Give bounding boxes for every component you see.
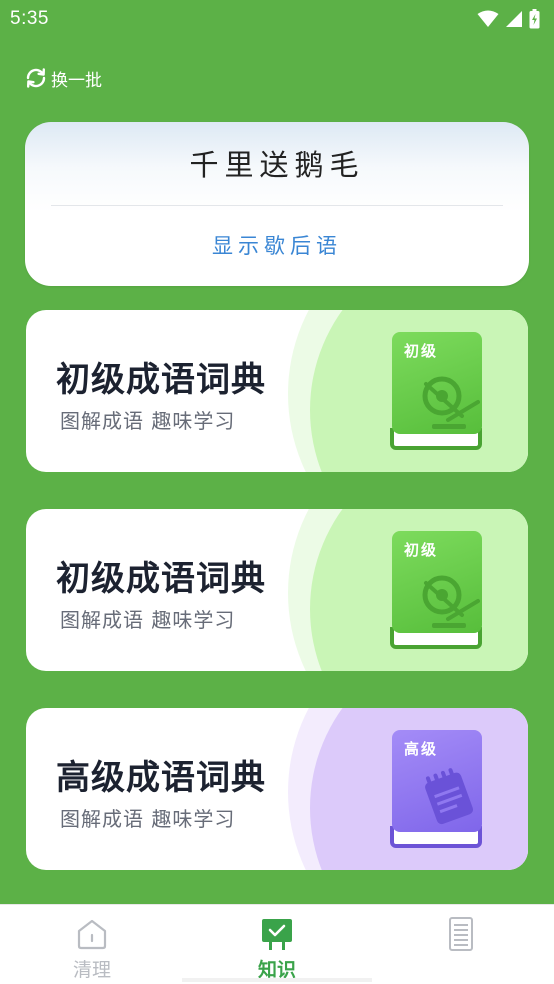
- card-title: 初级成语词典: [56, 360, 266, 400]
- dictionary-card-beginner[interactable]: 初级成语词典 图解成语 趣味学习 初级: [26, 509, 528, 671]
- riddle-card: 千里送鹅毛 显示歇后语: [25, 122, 529, 286]
- status-time: 5:35: [10, 8, 49, 29]
- card-subtitle: 图解成语 趣味学习: [60, 608, 236, 632]
- riddle-divider: [51, 205, 503, 206]
- book-label: 初级: [404, 342, 439, 360]
- tab-knowledge[interactable]: 知识: [217, 905, 337, 984]
- book-icon: 初级: [390, 332, 484, 450]
- status-icons: [477, 9, 540, 29]
- dictionary-card-advanced[interactable]: 高级成语词典 图解成语 趣味学习 高级: [26, 708, 528, 870]
- microscope-icon: [422, 376, 480, 429]
- book-cover: 初级: [392, 332, 482, 434]
- refresh-label: 换一批: [51, 70, 102, 91]
- easel-check-icon: [262, 919, 292, 950]
- book-cover: 初级: [392, 531, 482, 633]
- status-bar: 5:35: [0, 0, 554, 38]
- tab-document[interactable]: [401, 905, 521, 984]
- wifi-icon: [477, 10, 499, 27]
- home-icon: [77, 919, 107, 950]
- card-subtitle: 图解成语 趣味学习: [60, 409, 236, 433]
- book-label: 高级: [404, 740, 439, 758]
- card-title: 高级成语词典: [56, 758, 266, 798]
- bottom-tab-bar: 清理 知识: [0, 904, 554, 984]
- tab-clean[interactable]: 清理: [32, 905, 152, 984]
- show-answer-button[interactable]: 显示歇后语: [25, 230, 529, 260]
- microscope-icon: [422, 575, 480, 628]
- card-subtitle: 图解成语 趣味学习: [60, 807, 236, 831]
- book-icon: 初级: [390, 531, 484, 649]
- battery-icon: [529, 9, 540, 29]
- dictionary-card-beginner[interactable]: 初级成语词典 图解成语 趣味学习 初级: [26, 310, 528, 472]
- riddle-text: 千里送鹅毛: [189, 148, 365, 182]
- book-cover: 高级: [392, 730, 482, 832]
- document-icon: [449, 917, 473, 951]
- card-title: 初级成语词典: [56, 559, 266, 599]
- book-icon: 高级: [390, 730, 484, 848]
- tab-label: 清理: [72, 959, 111, 981]
- refresh-button[interactable]: 换一批: [24, 64, 102, 92]
- book-label: 初级: [404, 541, 439, 559]
- signal-icon: [506, 11, 522, 27]
- home-indicator: [182, 978, 372, 982]
- notebook-icon: [425, 768, 474, 825]
- refresh-icon: [26, 68, 46, 88]
